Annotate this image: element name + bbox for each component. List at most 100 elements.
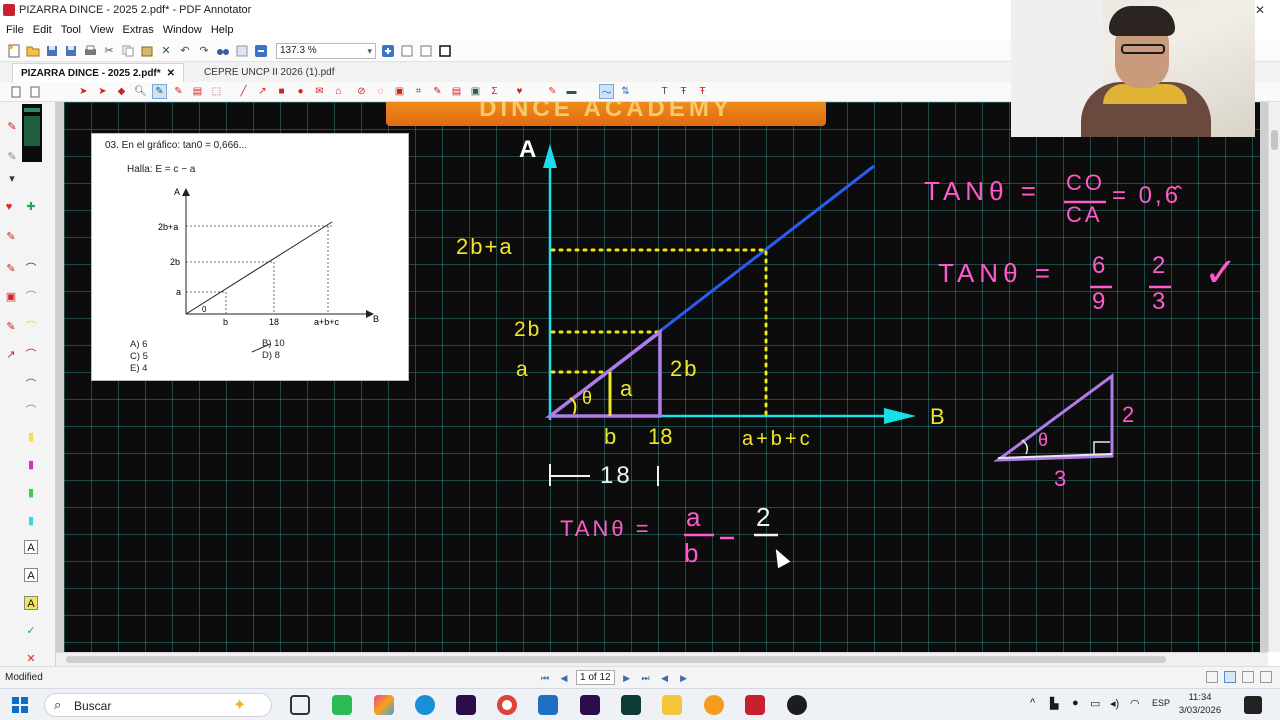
menu-view[interactable]: View — [90, 24, 114, 36]
tray-speaker-icon[interactable]: ◂) — [1110, 697, 1119, 710]
fav-stroke-red-icon[interactable]: ⌒ — [24, 348, 38, 362]
cut-icon[interactable]: ✂ — [101, 43, 117, 59]
tab-cepre-uncp[interactable]: CEPRE UNCP II 2026 (1).pdf — [196, 63, 342, 82]
windows-start-icon[interactable] — [12, 697, 28, 713]
menu-edit[interactable]: Edit — [33, 24, 52, 36]
pen-color-icon[interactable]: ✎ — [545, 84, 560, 99]
prev-page-button[interactable]: ◀ — [557, 671, 571, 685]
fav-brush-icon[interactable]: ✎ — [4, 320, 18, 334]
zoom-out-icon[interactable] — [253, 43, 269, 59]
new-document-icon[interactable] — [6, 43, 22, 59]
fav-check-icon[interactable]: ✓ — [24, 624, 38, 638]
tray-chevron-icon[interactable]: ^ — [1030, 697, 1035, 709]
fav-stroke-purple-icon[interactable]: ⌒ — [24, 378, 38, 392]
tray-network-icon[interactable]: ▙ — [1050, 697, 1058, 710]
view-continuous-icon[interactable] — [1224, 671, 1236, 683]
whiteboard-page[interactable]: DINCE ACADEMY 03. En el gráfico: tan0 = … — [64, 102, 1260, 652]
fav-arrow-icon[interactable]: ↗ — [4, 348, 18, 362]
menu-extras[interactable]: Extras — [123, 24, 154, 36]
link-tool-icon[interactable]: ⊘ — [354, 84, 369, 99]
task-view-icon[interactable] — [290, 695, 310, 715]
lasso-tool-icon[interactable]: ◌ — [373, 84, 388, 99]
obs-icon[interactable] — [787, 695, 807, 715]
tray-language[interactable]: ESP — [1152, 698, 1170, 708]
mail-tool-icon[interactable]: ✉ — [312, 84, 327, 99]
premiere-2-icon[interactable] — [580, 695, 600, 715]
text-tool-icon[interactable]: T — [657, 84, 672, 99]
fav-pen-1-icon[interactable]: ✎ — [4, 230, 18, 244]
open-folder-icon[interactable] — [25, 43, 41, 59]
eraser-icon[interactable]: ◆ — [114, 84, 129, 99]
tab-pizarra-dince[interactable]: PIZARRA DINCE - 2025 2.pdf* ✕ — [12, 63, 185, 82]
fav-text-black-icon[interactable]: A — [24, 540, 38, 554]
tray-display-icon[interactable]: ▭ — [1090, 697, 1100, 710]
fav-highlight-yellow-icon[interactable]: ▮ — [24, 430, 38, 444]
stamp-icon[interactable]: ⬚ — [209, 84, 224, 99]
pointer-icon[interactable]: ➤ — [76, 84, 91, 99]
pointer-red-icon[interactable]: ➤ — [95, 84, 110, 99]
forward-icon[interactable]: ▶ — [677, 671, 691, 685]
straighten-icon[interactable]: ⇅ — [618, 84, 633, 99]
copy-icon[interactable] — [120, 43, 136, 59]
fav-stroke-blue-icon[interactable]: ⌒ — [24, 262, 38, 276]
brush-tool-icon[interactable]: ✎ — [430, 84, 445, 99]
whatsapp-icon[interactable] — [332, 695, 352, 715]
notifications-icon[interactable] — [1244, 696, 1262, 714]
view-facing-icon[interactable] — [1242, 671, 1254, 683]
next-page-button[interactable]: ▶ — [620, 671, 634, 685]
smooth-stroke-icon[interactable]: 〜 — [599, 84, 614, 99]
fav-cross-icon[interactable]: ✕ — [24, 652, 38, 666]
arrow-tool-icon[interactable]: ↗ — [255, 84, 270, 99]
fav-highlight-cyan-icon[interactable]: ▮ — [24, 514, 38, 528]
pdf-annotator-icon[interactable] — [745, 695, 765, 715]
marker-favorite-icon[interactable]: ✎ — [5, 150, 19, 164]
line-width-icon[interactable]: ▬ — [564, 84, 579, 99]
vertical-scrollbar[interactable] — [1268, 102, 1280, 652]
copilot-icon[interactable] — [374, 695, 394, 715]
highlighter-icon[interactable]: ▤ — [190, 84, 205, 99]
view-single-icon[interactable] — [1206, 671, 1218, 683]
redo-icon[interactable]: ↷ — [196, 43, 212, 59]
horizontal-scrollbar[interactable] — [56, 652, 1268, 666]
tray-mic-icon[interactable]: ● — [1072, 697, 1079, 709]
store-icon[interactable] — [538, 695, 558, 715]
print-icon[interactable] — [82, 43, 98, 59]
sigma-icon[interactable]: Σ — [487, 84, 502, 99]
delete-icon[interactable]: ✕ — [158, 43, 174, 59]
zoom-select[interactable]: 137.3 % — [276, 42, 376, 59]
crop-tool-icon[interactable]: ⌗ — [411, 84, 426, 99]
chrome-icon[interactable] — [497, 695, 517, 715]
measure-tool-icon[interactable]: ⌂ — [331, 84, 346, 99]
paste-icon[interactable] — [139, 43, 155, 59]
file-explorer-icon[interactable] — [662, 695, 682, 715]
first-page-button[interactable]: ⏮ — [538, 671, 552, 685]
camera-tool-icon[interactable]: ▣ — [392, 84, 407, 99]
add-favorite-icon[interactable]: ✚ — [24, 200, 38, 214]
insert-menu-icon[interactable]: ▣ — [468, 84, 483, 99]
edge-icon[interactable] — [415, 695, 435, 715]
find-icon[interactable] — [215, 43, 231, 59]
favorites-heart-icon[interactable]: ♥ — [2, 200, 16, 214]
line-tool-icon[interactable]: ╱ — [236, 84, 251, 99]
menu-file[interactable]: File — [6, 24, 24, 36]
save-all-icon[interactable] — [63, 43, 79, 59]
opera-icon[interactable] — [704, 695, 724, 715]
fullscreen-icon[interactable] — [437, 43, 453, 59]
view-grid-icon[interactable] — [1260, 671, 1272, 683]
pen-tool-icon[interactable]: ✎ — [152, 84, 167, 99]
text-insert-icon[interactable]: Ŧ — [695, 84, 710, 99]
menu-tool[interactable]: Tool — [61, 24, 81, 36]
mark-icon[interactable] — [234, 43, 250, 59]
save-icon[interactable] — [44, 43, 60, 59]
premiere-icon[interactable] — [456, 695, 476, 715]
document-area[interactable]: DINCE ACADEMY 03. En el gráfico: tan0 = … — [56, 102, 1268, 652]
ellipse-tool-icon[interactable]: ● — [293, 84, 308, 99]
favorites-icon[interactable]: ♥ — [512, 84, 527, 99]
marker-tool-icon[interactable]: ✎ — [171, 84, 186, 99]
last-page-button[interactable]: ⏭ — [639, 671, 653, 685]
page-indicator[interactable]: 1 of 12 — [576, 670, 615, 685]
fit-page-icon[interactable] — [418, 43, 434, 59]
vertical-scroll-thumb[interactable] — [1271, 130, 1278, 150]
fav-stroke-green-icon[interactable]: ⌒ — [24, 404, 38, 418]
horizontal-scroll-thumb[interactable] — [66, 656, 1166, 663]
